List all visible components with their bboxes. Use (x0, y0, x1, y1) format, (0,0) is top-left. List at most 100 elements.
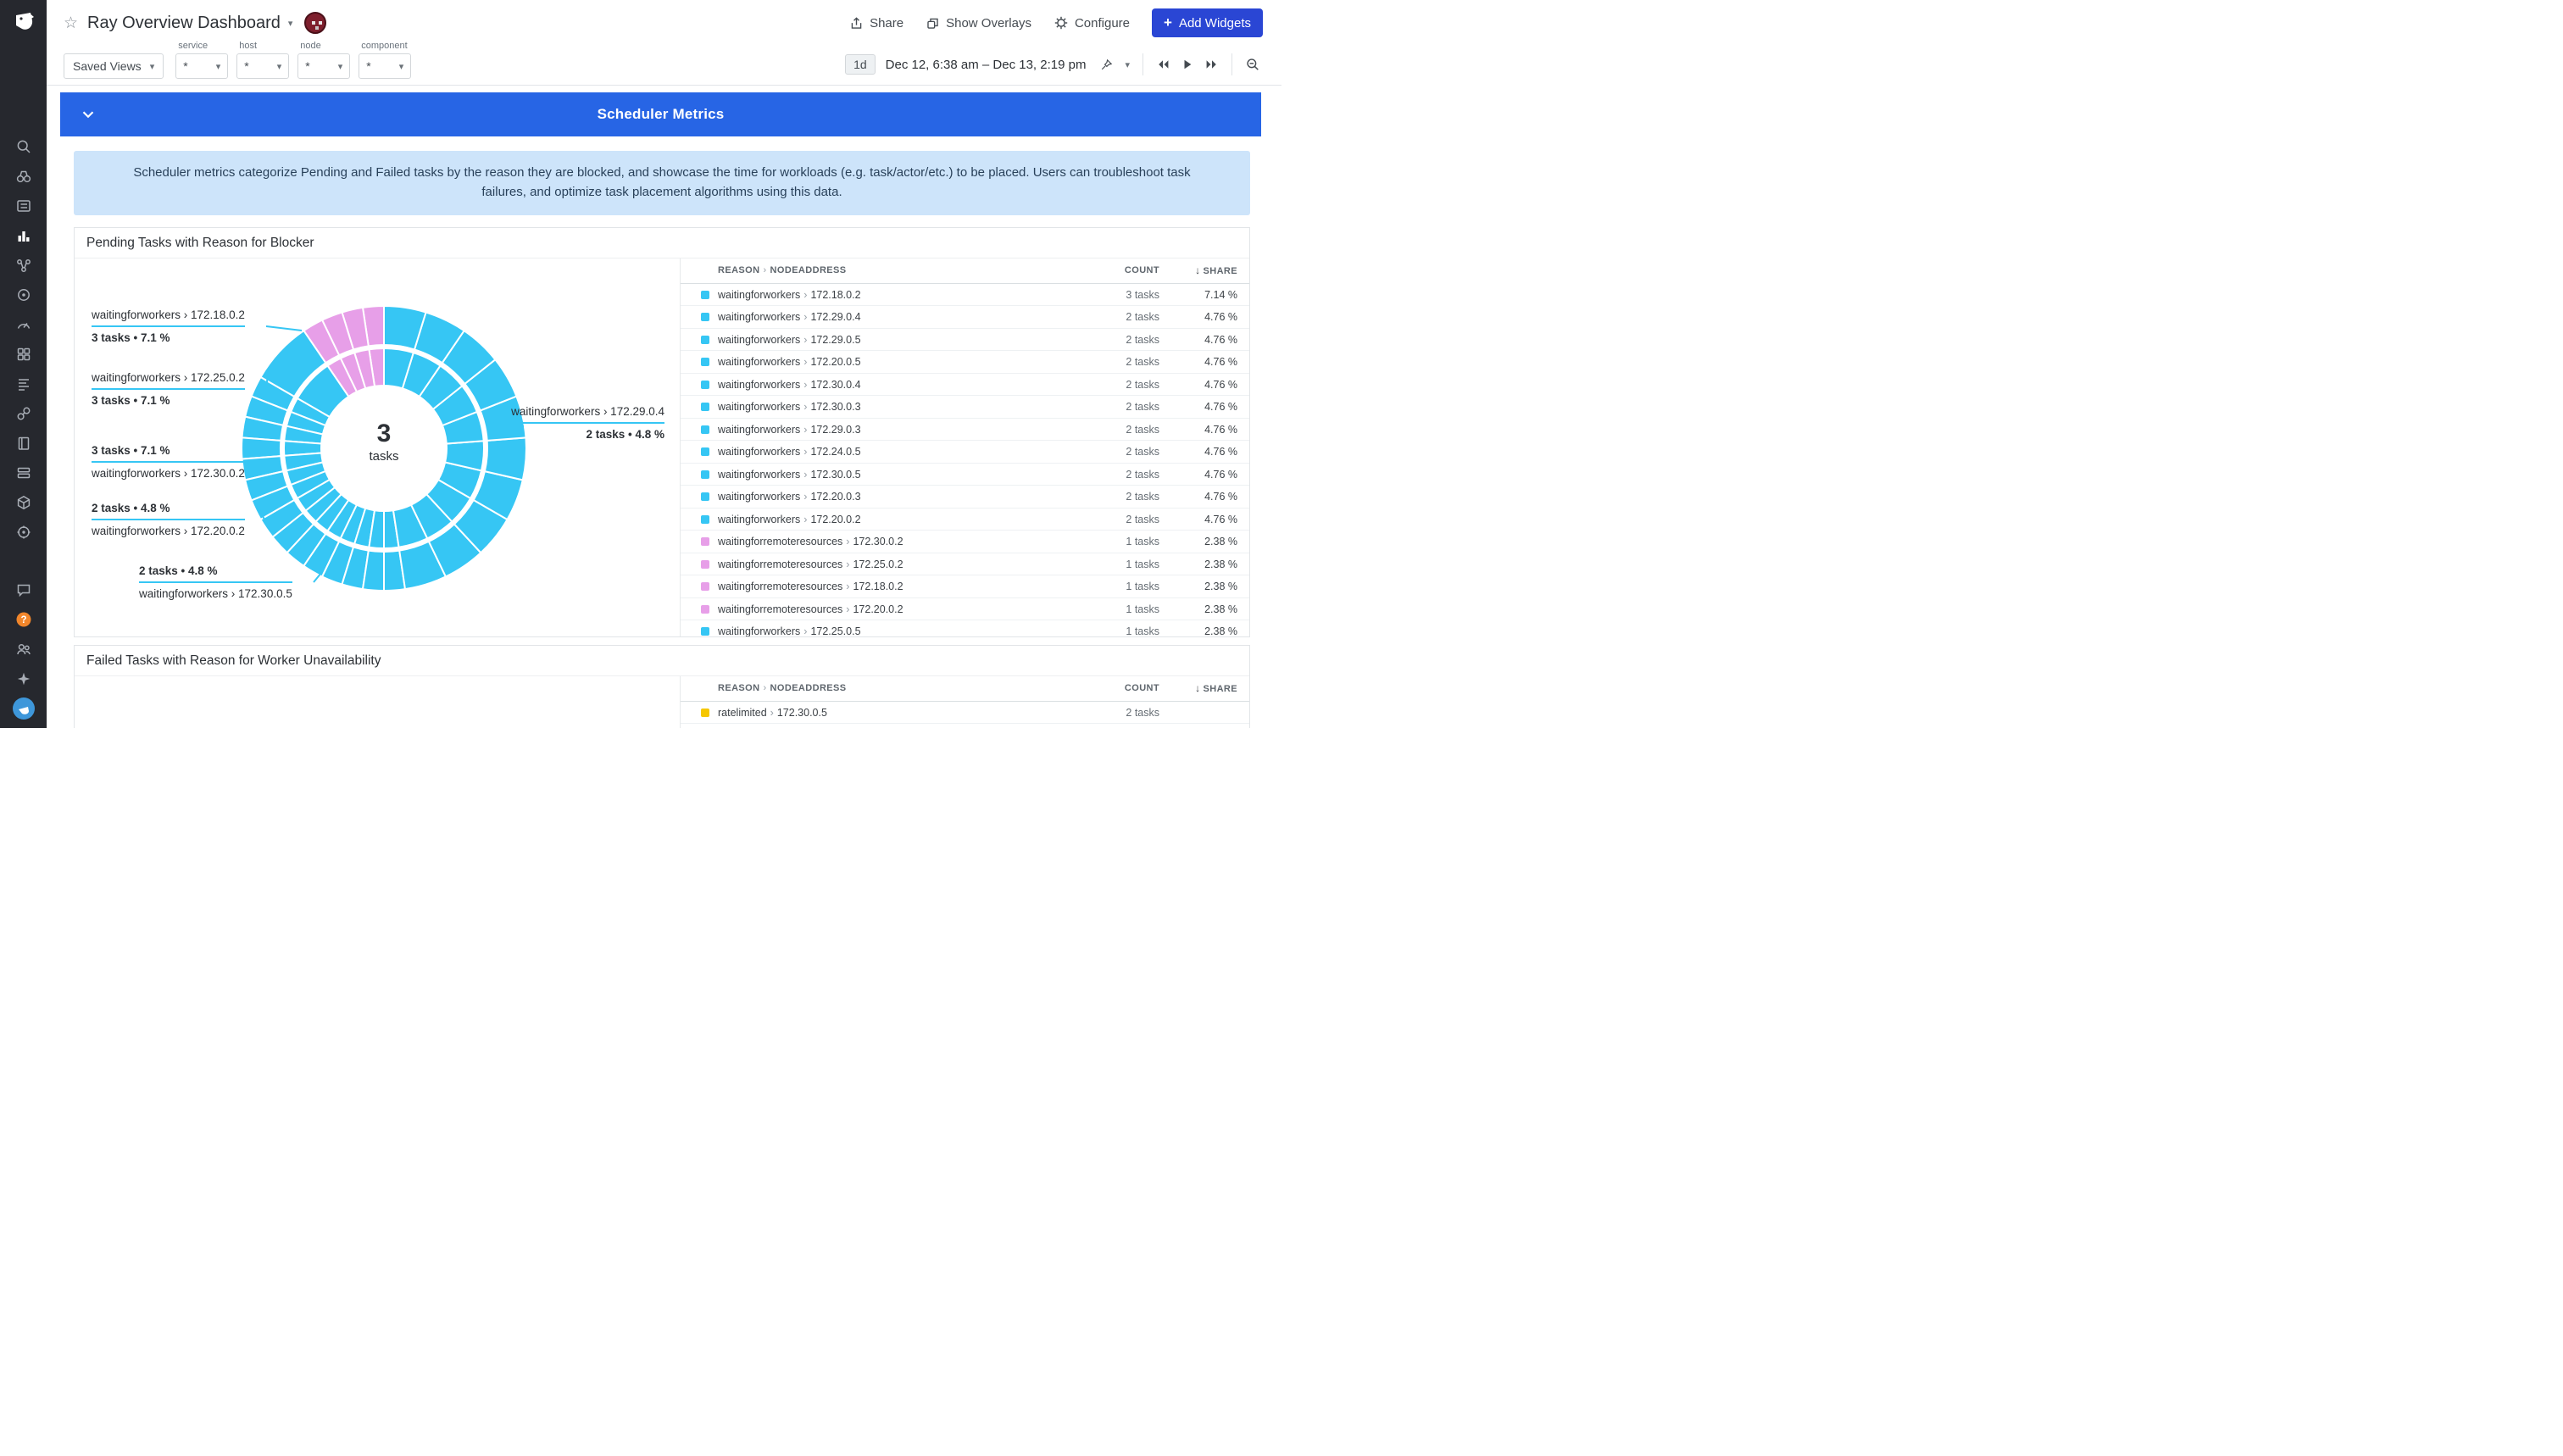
user-avatar[interactable] (8, 693, 39, 723)
help-icon[interactable]: ? (8, 604, 39, 634)
software-cube-icon[interactable] (8, 487, 39, 517)
search-icon[interactable] (8, 131, 39, 161)
configure-button[interactable]: Configure (1054, 15, 1130, 31)
table-header-row: REASON›NODEADDRESS COUNT ↓SHARE (681, 258, 1249, 284)
template-variable-select[interactable]: * ▾ (236, 53, 289, 79)
sidebar-bottom: ? (8, 575, 39, 728)
chart-callout: 3 tasks • 7.1 % waitingforworkers › 172.… (92, 443, 245, 481)
table-row[interactable]: waitingforworkers›172.20.0.2 2 tasks 4.7… (681, 508, 1249, 531)
ci-pipelines-icon[interactable] (8, 458, 39, 487)
column-header-reason[interactable]: REASON›NODEADDRESS (718, 265, 1075, 275)
infrastructure-list-icon[interactable] (8, 191, 39, 220)
series-color-swatch (701, 627, 709, 636)
table-row[interactable]: waitingforworkers›172.25.0.5 1 tasks 2.3… (681, 620, 1249, 636)
table-row[interactable]: waitingforworkers›172.29.0.3 2 tasks 4.7… (681, 419, 1249, 442)
table-row[interactable]: waitingforworkers›172.24.0.5 2 tasks 4.7… (681, 441, 1249, 464)
table-row[interactable]: waitingforworkers›172.29.0.4 2 tasks 4.7… (681, 306, 1249, 329)
template-variable-select[interactable]: * ▾ (297, 53, 350, 79)
time-skip-forward-icon[interactable] (1199, 58, 1225, 70)
synthetics-icon[interactable] (8, 280, 39, 309)
zoom-out-icon[interactable] (1239, 57, 1266, 72)
ai-sparkle-icon[interactable] (8, 664, 39, 693)
chart-callout: waitingforworkers › 172.29.0.4 2 tasks •… (511, 404, 664, 442)
notebooks-icon[interactable] (8, 428, 39, 458)
failed-chart-panel (75, 676, 681, 728)
dashboards-icon[interactable] (8, 220, 39, 250)
series-color-swatch (701, 313, 709, 321)
chart-callout: 2 tasks • 4.8 % waitingforworkers › 172.… (139, 564, 292, 602)
feedback-chat-icon[interactable] (8, 575, 39, 604)
series-color-swatch (701, 560, 709, 569)
saved-views-button[interactable]: Saved Views ▾ (64, 53, 164, 79)
template-variable-select[interactable]: * ▾ (359, 53, 411, 79)
dashboard-avatar[interactable] (304, 12, 326, 34)
table-row[interactable]: waitingforworkers›172.20.0.5 2 tasks 4.7… (681, 351, 1249, 374)
template-variable-select[interactable]: * ▾ (175, 53, 228, 79)
chevron-down-icon: ▾ (338, 61, 343, 72)
explore-binoculars-icon[interactable] (8, 161, 39, 191)
chevron-down-icon: ▾ (150, 61, 155, 72)
organization-users-icon[interactable] (8, 634, 39, 664)
add-widgets-button[interactable]: + Add Widgets (1152, 8, 1263, 37)
time-chevron-down-icon[interactable]: ▾ (1119, 59, 1136, 70)
datadog-logo[interactable] (8, 7, 39, 36)
series-color-swatch (701, 425, 709, 434)
failed-tasks-table: REASON›NODEADDRESS COUNT ↓SHARE ratelimi… (681, 676, 1249, 728)
template-variable-label: service (178, 41, 228, 51)
share-button[interactable]: Share (849, 16, 903, 31)
table-row[interactable]: waitingforremoteresources›172.20.0.2 1 t… (681, 598, 1249, 621)
group-header-scheduler-metrics[interactable]: Scheduler Metrics (60, 92, 1261, 136)
column-header-share[interactable]: ↓SHARE (1159, 682, 1237, 694)
column-header-count[interactable]: COUNT (1075, 683, 1159, 693)
failed-tasks-widget: Failed Tasks with Reason for Worker Unav… (74, 645, 1250, 728)
table-row[interactable]: waitingforworkers›172.20.0.3 2 tasks 4.7… (681, 486, 1249, 508)
app-sidebar: ? (0, 0, 47, 728)
column-header-count[interactable]: COUNT (1075, 265, 1159, 275)
time-play-icon[interactable] (1176, 58, 1199, 70)
dashboard-title: Ray Overview Dashboard (87, 14, 281, 33)
series-color-swatch (701, 403, 709, 411)
table-row[interactable]: waitingforworkers›172.30.0.5 2 tasks 4.7… (681, 464, 1249, 486)
series-color-swatch (701, 582, 709, 591)
time-preset-chip[interactable]: 1d (845, 54, 876, 75)
sort-desc-icon: ↓ (1195, 264, 1200, 276)
chevron-down-icon: ▾ (277, 61, 282, 72)
table-row[interactable]: waitingforremoteresources›172.18.0.2 1 t… (681, 575, 1249, 598)
column-header-share[interactable]: ↓SHARE (1159, 264, 1237, 276)
monitors-gauge-icon[interactable] (8, 309, 39, 339)
favorite-star-icon[interactable]: ☆ (64, 14, 78, 33)
template-variable-label: component (361, 41, 411, 51)
column-header-reason[interactable]: REASON›NODEADDRESS (718, 683, 1075, 693)
security-icon[interactable] (8, 517, 39, 547)
logs-icon[interactable] (8, 369, 39, 398)
pin-time-icon[interactable] (1094, 58, 1119, 71)
table-row[interactable]: waitingforremoteresources›172.25.0.2 1 t… (681, 553, 1249, 576)
dashboard-header: ☆ Ray Overview Dashboard ▾ Share Show Ov… (47, 0, 1282, 86)
service-map-icon[interactable] (8, 250, 39, 280)
share-icon (849, 16, 864, 31)
table-row[interactable]: waitingforworkers›172.30.0.4 2 tasks 4.7… (681, 374, 1249, 397)
series-color-swatch (701, 709, 709, 717)
series-color-swatch (701, 447, 709, 456)
integrations-icon[interactable] (8, 339, 39, 369)
series-color-swatch (701, 605, 709, 614)
chevron-down-icon: ▾ (399, 61, 404, 72)
table-row[interactable]: waitingforworkers›172.29.0.5 2 tasks 4.7… (681, 329, 1249, 352)
series-color-swatch (701, 358, 709, 366)
table-row[interactable]: ratelimited›172.30.0.5 2 tasks (681, 702, 1249, 725)
show-overlays-button[interactable]: Show Overlays (926, 16, 1031, 31)
template-variables: service * ▾ host * ▾ (175, 41, 411, 79)
table-row[interactable]: waitingforworkers›172.30.0.3 2 tasks 4.7… (681, 396, 1249, 419)
table-row[interactable]: waitingforremoteresources›172.30.0.2 1 t… (681, 531, 1249, 553)
collapse-chevron-icon[interactable] (79, 105, 97, 128)
time-range-text[interactable]: Dec 12, 6:38 am – Dec 13, 2:19 pm (886, 58, 1087, 72)
time-skip-back-icon[interactable] (1150, 58, 1176, 70)
series-color-swatch (701, 515, 709, 524)
series-color-swatch (701, 336, 709, 344)
chart-callout: 2 tasks • 4.8 % waitingforworkers › 172.… (92, 501, 245, 539)
pending-tasks-widget: Pending Tasks with Reason for Blocker 3 … (74, 227, 1250, 637)
apm-link-icon[interactable] (8, 398, 39, 428)
sidebar-nav (8, 131, 39, 547)
table-row[interactable]: waitingforworkers›172.18.0.2 3 tasks 7.1… (681, 284, 1249, 307)
title-chevron-down-icon[interactable]: ▾ (288, 18, 293, 29)
